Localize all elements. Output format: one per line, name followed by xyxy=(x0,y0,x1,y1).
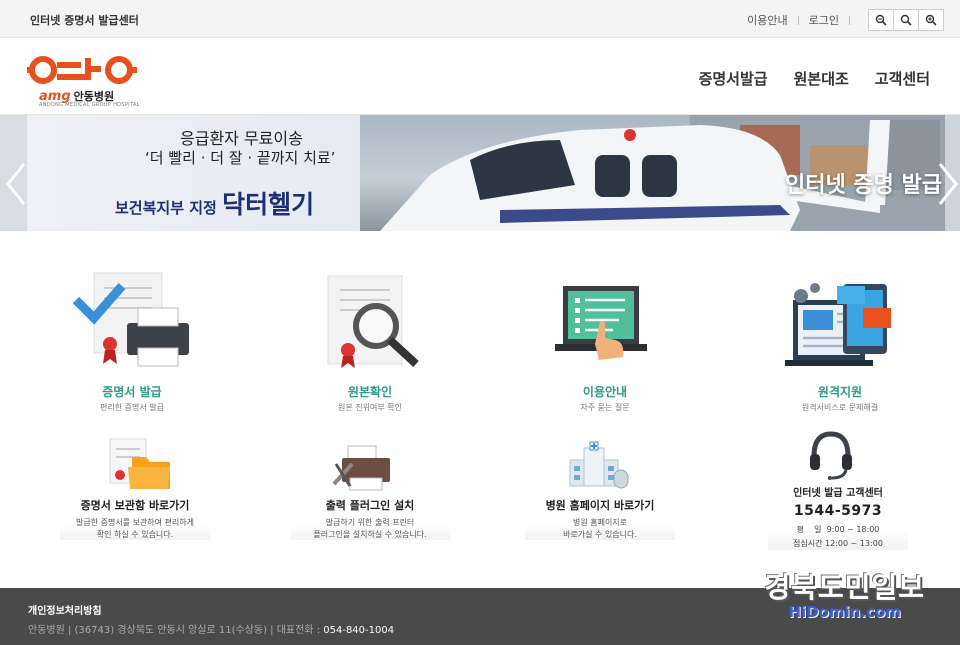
quicklink-desc-line: 플러그인을 설치하실 수 있습니다. xyxy=(313,529,427,539)
certificate-printer-icon[interactable] xyxy=(72,268,192,377)
nav-verify[interactable]: 원본대조 xyxy=(794,68,849,89)
zoom-in-button[interactable] xyxy=(918,9,944,31)
main-nav: 증명서발급 원본대조 고객센터 xyxy=(699,68,930,89)
banner-line-3-big: 닥터헬기 xyxy=(222,190,315,219)
quicklink-title: 출력 플러그인 설치 xyxy=(325,499,415,512)
hospital-logo[interactable]: amg 안동병원 ANDONG MEDICAL GROUP HOSPITAL xyxy=(27,50,140,110)
banner-line-3: 보건복지부 지정 닥터헬기 xyxy=(115,185,314,221)
top-links: 이용안내 로그인 xyxy=(747,12,850,28)
headset-icon[interactable] xyxy=(808,430,854,484)
login-link[interactable]: 로그인 xyxy=(809,12,839,28)
contact-title: 인터넷 발급 고객센터 xyxy=(793,488,883,499)
service-desc: 자주 묻는 질문 xyxy=(580,403,630,412)
divider xyxy=(797,15,799,25)
quicklink-cert-box[interactable]: 증명서 보관함 바로가기 발급한 증명서를 보관하여 편리하게 확인 하실 수 … xyxy=(60,497,210,541)
quicklink-desc-line: 확인 하실 수 있습니다. xyxy=(96,529,174,539)
nav-support[interactable]: 고객센터 xyxy=(875,68,930,89)
quicklink-desc-line: 바로가실 수 있습니다. xyxy=(563,529,637,539)
divider xyxy=(849,15,850,25)
service-card-guide[interactable]: 이용안내 자주 묻는 질문 xyxy=(530,383,680,413)
address-text: 안동병원 | (36743) 경상북도 안동시 앙실로 11(수상동) | 대표… xyxy=(28,625,324,636)
laptop-touch-icon[interactable] xyxy=(555,282,650,376)
contact-hours: 평 일 9:00 ~ 18:00 점심시간 12:00 ~ 13:00 xyxy=(768,523,908,550)
zoom-icon xyxy=(900,14,912,26)
watermark-line-2: HiDomin.com xyxy=(788,603,901,621)
footer-address: 안동병원 | (36743) 경상북도 안동시 앙실로 11(수상동) | 대표… xyxy=(28,621,394,636)
customer-center: 인터넷 발급 고객센터 1544-5973 평 일 9:00 ~ 18:00 점… xyxy=(768,484,908,551)
quicklink-title: 병원 홈페이지 바로가기 xyxy=(545,499,655,512)
folder-document-icon[interactable] xyxy=(108,437,173,496)
document-magnifier-icon[interactable] xyxy=(318,268,428,377)
quicklink-desc-line: 병원 홈페이지로 xyxy=(572,518,628,527)
service-desc: 편리한 증명서 발급 xyxy=(100,403,164,412)
next-slide-arrow-icon[interactable] xyxy=(936,160,960,208)
logo-mark-icon xyxy=(27,56,137,84)
quicklink-hospital-home[interactable]: 병원 홈페이지 바로가기 병원 홈페이지로 바로가실 수 있습니다. xyxy=(525,497,675,541)
zoom-out-button[interactable] xyxy=(868,9,894,31)
service-card-remote[interactable]: 원격지원 원격서비스로 문제해결 xyxy=(760,383,920,413)
logo-subtitle: ANDONG MEDICAL GROUP HOSPITAL xyxy=(39,102,140,108)
hours-lunch: 점심시간 12:00 ~ 13:00 xyxy=(793,538,883,548)
zoom-reset-button[interactable] xyxy=(893,9,919,31)
zoom-in-icon xyxy=(925,14,937,26)
quicklink-desc-line: 발급한 증명서를 보관하여 편리하게 xyxy=(75,518,195,527)
quicklink-desc: 발급하기 위한 출력 프린터 플러그인을 설치하실 수 있습니다. xyxy=(290,517,450,540)
zoom-controls xyxy=(868,9,944,31)
zoom-out-icon xyxy=(875,14,887,26)
header: amg 안동병원 ANDONG MEDICAL GROUP HOSPITAL 증… xyxy=(0,38,960,115)
quicklink-plugin[interactable]: 출력 플러그인 설치 발급하기 위한 출력 프린터 플러그인을 설치하실 수 있… xyxy=(290,497,450,541)
service-card-verify[interactable]: 원본확인 원본 진위여부 확인 xyxy=(295,383,445,413)
printer-tools-icon[interactable] xyxy=(330,442,392,496)
banner-overlay-title: 인터넷 증명 발급 xyxy=(785,173,942,198)
prev-slide-arrow-icon[interactable] xyxy=(4,160,28,208)
hospital-building-icon[interactable] xyxy=(566,440,632,496)
hero-banner: 응급환자 무료이송 ‘더 빨리 · 더 잘 · 끝까지 치료’ 보건복지부 지정… xyxy=(0,115,960,231)
quicklink-desc: 발급한 증명서를 보관하여 편리하게 확인 하실 수 있습니다. xyxy=(60,517,210,540)
service-desc: 원본 진위여부 확인 xyxy=(338,403,402,412)
service-card-issue[interactable]: 증명서 발급 편리한 증명서 발급 xyxy=(62,383,202,413)
guide-link[interactable]: 이용안내 xyxy=(747,12,787,28)
top-bar: 인터넷 증명서 발급센터 이용안내 로그인 xyxy=(0,0,960,38)
watermark-line-1: 경북도민일보 xyxy=(764,571,925,604)
newspaper-watermark: 경북도민일보 HiDomin.com xyxy=(764,566,925,621)
quicklink-desc: 병원 홈페이지로 바로가실 수 있습니다. xyxy=(525,517,675,540)
quicklink-desc-line: 발급하기 위한 출력 프린터 xyxy=(325,518,415,527)
banner-line-3-prefix: 보건복지부 지정 xyxy=(115,199,217,217)
privacy-policy-link[interactable]: 개인정보처리방침 xyxy=(28,602,102,617)
hours-weekday: 평 일 9:00 ~ 18:00 xyxy=(796,525,880,534)
quicklink-title: 증명서 보관함 바로가기 xyxy=(80,499,190,512)
service-title: 이용안내 xyxy=(582,385,628,399)
remote-support-icon[interactable] xyxy=(785,278,895,377)
banner-line-1: 응급환자 무료이송 xyxy=(180,129,303,148)
contact-phone[interactable]: 1544-5973 xyxy=(768,503,908,519)
footer-tel: 054-840-1004 xyxy=(323,625,395,636)
service-title: 원본확인 xyxy=(347,385,393,399)
site-name: 인터넷 증명서 발급센터 xyxy=(30,14,139,27)
service-title: 원격지원 xyxy=(817,385,863,399)
service-desc: 원격서비스로 문제해결 xyxy=(801,403,879,412)
nav-issue[interactable]: 증명서발급 xyxy=(699,68,768,89)
banner-line-2: ‘더 빨리 · 더 잘 · 끝까지 치료’ xyxy=(145,149,336,167)
service-title: 증명서 발급 xyxy=(102,385,162,399)
